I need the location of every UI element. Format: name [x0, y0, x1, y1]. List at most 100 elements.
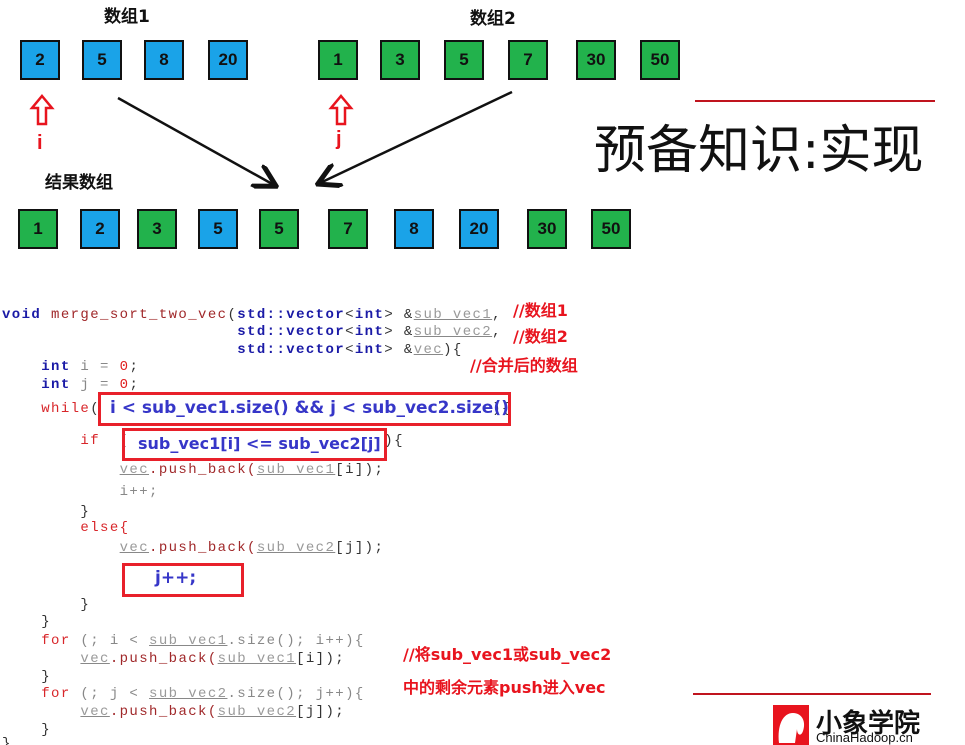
code-token: int: [354, 307, 385, 323]
pointer-i-arrow-icon: [29, 94, 55, 126]
code-token: sub vec1: [217, 651, 297, 667]
code-token: 0: [119, 359, 130, 375]
code-token: [i]);: [335, 462, 385, 478]
code-token: j =: [70, 377, 120, 393]
comment-remaining-2: 中的剩余元素push进入vec: [403, 678, 606, 697]
code-line: for (; j < sub vec2.size(); j++){: [2, 686, 365, 702]
code-token: .push_back(: [109, 651, 218, 667]
code-token: std::vector: [237, 307, 346, 323]
code-token: std::vector: [237, 342, 346, 358]
while-condition: i < sub_vec1.size() && j < sub_vec2.size…: [110, 398, 509, 418]
code-token: i =: [70, 359, 120, 375]
code-token: }: [2, 736, 12, 745]
code-token: sub vec2: [217, 704, 297, 720]
code-token: sub vec1: [256, 462, 336, 478]
code-token: ){: [443, 342, 463, 358]
logo-domain: ChinaHadoop.cn: [816, 730, 913, 745]
code-token: sub vec2: [149, 686, 228, 702]
code-token: (: [227, 307, 238, 323]
pointer-j-label: j: [336, 128, 342, 150]
code-line: }: [2, 504, 90, 520]
code-token: vec: [119, 540, 150, 556]
code-token: i++;: [119, 484, 159, 500]
code-token: ,: [492, 307, 502, 323]
code-token: void: [2, 307, 52, 323]
footer-rule: [693, 693, 931, 695]
code-token: <: [345, 307, 355, 323]
code-token: (; j <: [70, 686, 150, 702]
code-token: [j]);: [335, 540, 385, 556]
code-line: vec.push_back(sub vec2[j]);: [2, 704, 345, 720]
comment-array1: //数组1: [513, 301, 568, 320]
code-token: if: [80, 433, 101, 449]
j-increment: j++;: [155, 568, 197, 588]
code-token: ){: [384, 433, 404, 449]
code-line: }: [2, 736, 12, 745]
code-token: }: [80, 597, 91, 613]
code-token: .size(); i++){: [227, 633, 365, 649]
code-line: }: [2, 597, 90, 613]
code-token: 0: [119, 377, 130, 393]
code-token: merge_sort_two_vec: [51, 307, 228, 323]
code-line: std::vector<int> &vec){: [2, 342, 463, 358]
code-token: .size(); j++){: [227, 686, 365, 702]
code-token: std::vector: [237, 324, 346, 340]
code-token: while: [41, 401, 91, 417]
code-token: }: [80, 504, 91, 520]
comment-merged: //合并后的数组: [470, 356, 578, 375]
code-token: }: [41, 669, 52, 685]
code-token: <: [345, 342, 355, 358]
code-token: sub vec2: [413, 324, 493, 340]
pointer-j-arrow-icon: [328, 94, 354, 126]
code-token: (; i <: [70, 633, 150, 649]
code-token: vec: [80, 651, 110, 667]
code-token: else{: [80, 520, 130, 536]
code-line: vec.push_back(sub vec1[i]);: [2, 651, 345, 667]
code-token: for: [41, 633, 71, 649]
code-line: std::vector<int> &sub vec2,: [2, 324, 502, 340]
code-token: for: [41, 686, 71, 702]
code-token: vec: [413, 342, 444, 358]
merge-arrow-left: [117, 96, 274, 185]
code-token: <: [345, 324, 355, 340]
code-line: void merge_sort_two_vec(std::vector<int>…: [2, 307, 502, 323]
code-token: sub vec2: [256, 540, 336, 556]
code-line: }: [2, 614, 51, 630]
if-condition: sub_vec1[i] <= sub_vec2[j]: [138, 434, 381, 453]
slide: 数组1 数组2 结果数组 2 5 8 20 1 3 5 7 30 50 1 2 3 5 5 7 8 20 30 50 …: [0, 0, 965, 745]
code-line: i++;: [2, 484, 159, 500]
code-line: vec.push_back(sub vec1[i]);: [2, 462, 384, 478]
code-token: > &: [384, 307, 414, 323]
code-token: }: [41, 722, 52, 738]
title-rule: [695, 100, 935, 102]
code-line: int j = 0;: [2, 377, 139, 393]
code-token: ,: [492, 324, 502, 340]
pointer-i-label: i: [37, 132, 43, 154]
code-token: int: [354, 324, 385, 340]
comment-remaining-1: //将sub_vec1或sub_vec2: [403, 645, 612, 664]
comment-array2: //数组2: [513, 327, 568, 346]
code-token: .push_back(: [149, 462, 257, 478]
code-token: }: [41, 614, 52, 630]
code-token: [i]);: [296, 651, 346, 667]
code-token: ;: [129, 359, 140, 375]
code-token: [j]);: [296, 704, 346, 720]
code-token: sub vec1: [149, 633, 228, 649]
code-line: else{: [2, 520, 129, 536]
elephant-logo-icon: [773, 705, 809, 745]
